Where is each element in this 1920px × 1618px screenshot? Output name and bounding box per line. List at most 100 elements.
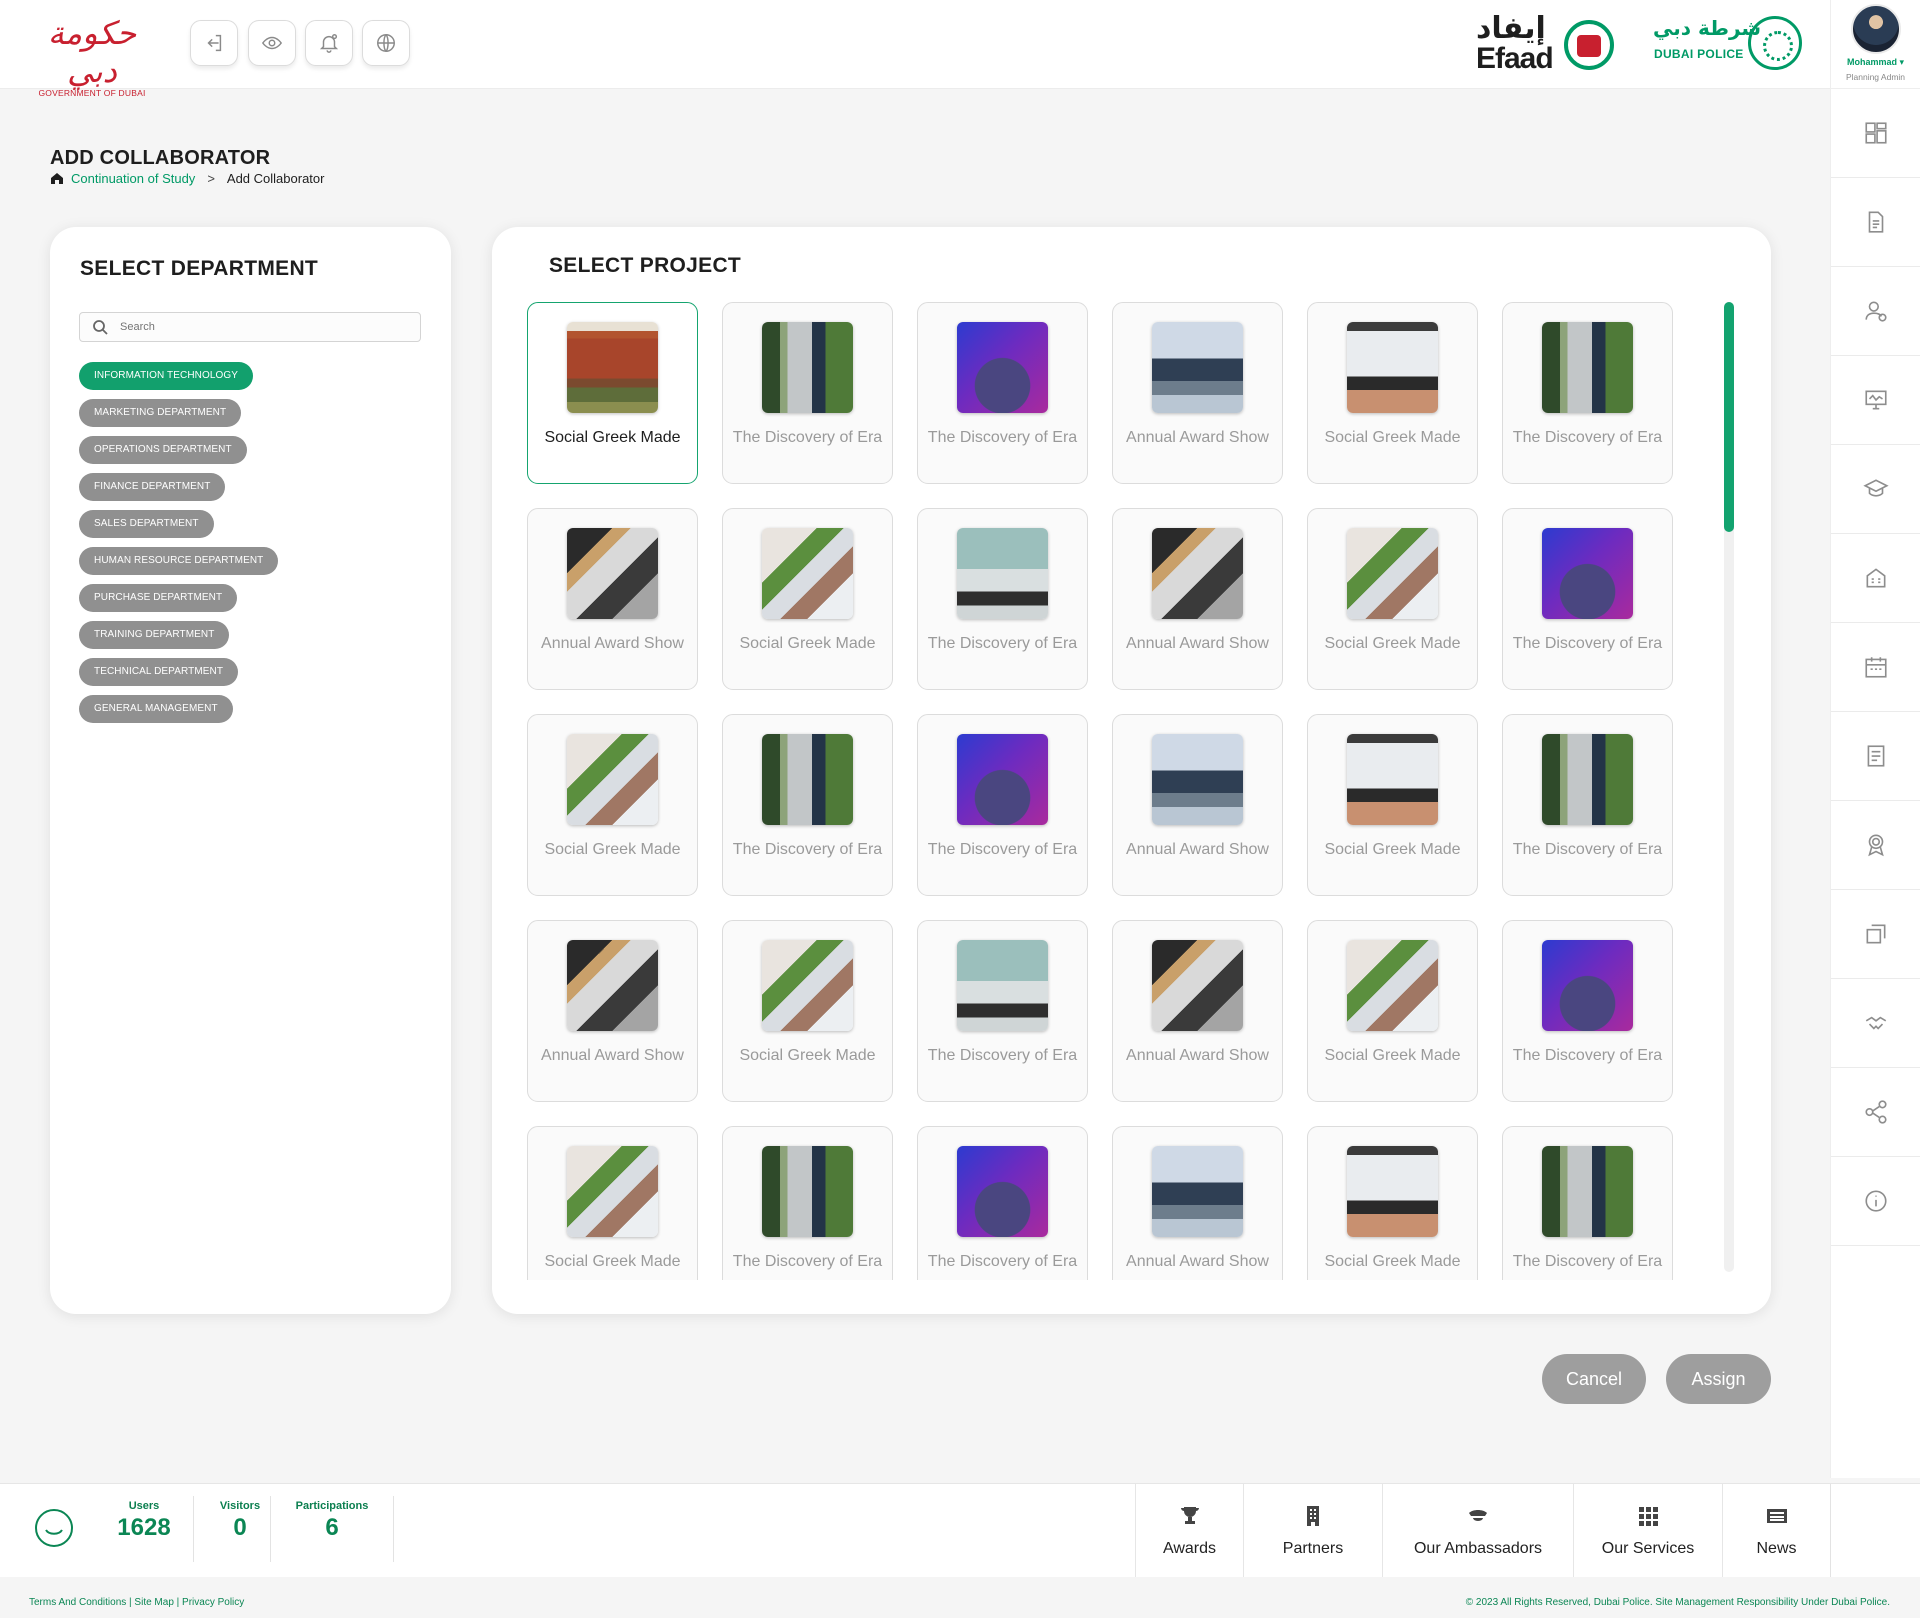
project-card[interactable]: The Discovery of Era xyxy=(1502,714,1673,896)
cancel-button[interactable]: Cancel xyxy=(1542,1354,1646,1404)
sidebar-item-info[interactable] xyxy=(1831,1157,1920,1246)
footer-nav-ambassadors[interactable]: Our Ambassadors xyxy=(1382,1484,1573,1578)
logout-button[interactable] xyxy=(190,20,238,66)
project-card[interactable]: The Discovery of Era xyxy=(1502,1126,1673,1280)
sidebar-item-partnership[interactable] xyxy=(1831,979,1920,1068)
department-chip[interactable]: TECHNICAL DEPARTMENT xyxy=(79,658,239,686)
breadcrumb-separator: > xyxy=(207,170,215,186)
project-thumbnail xyxy=(957,734,1048,825)
project-card[interactable]: The Discovery of Era xyxy=(722,1126,893,1280)
search-input[interactable] xyxy=(120,321,400,333)
efaad-logo[interactable]: إيفاد Efaad xyxy=(1476,12,1616,74)
department-chip[interactable]: MARKETING DEPARTMENT xyxy=(79,399,242,427)
view-button[interactable] xyxy=(248,20,296,66)
project-card[interactable]: The Discovery of Era xyxy=(917,302,1088,484)
project-card[interactable]: The Discovery of Era xyxy=(917,508,1088,690)
department-chip[interactable]: GENERAL MANAGEMENT xyxy=(79,695,233,723)
project-card[interactable]: Social Greek Made xyxy=(527,1126,698,1280)
notifications-button[interactable] xyxy=(305,20,353,66)
project-card[interactable]: Social Greek Made xyxy=(1307,508,1478,690)
bell-icon xyxy=(319,34,339,53)
notes-icon xyxy=(1867,745,1884,767)
news-icon xyxy=(1766,1509,1787,1523)
sidebar-item-documents[interactable] xyxy=(1831,178,1920,267)
project-thumbnail xyxy=(1152,734,1243,825)
grid-icon xyxy=(1639,1507,1658,1526)
project-card[interactable]: Annual Award Show xyxy=(527,508,698,690)
department-chip[interactable]: SALES DEPARTMENT xyxy=(79,510,214,538)
dubai-police-logo[interactable]: شرطة دبي DUBAI POLICE xyxy=(1648,14,1804,72)
footer-nav-awards[interactable]: Awards xyxy=(1135,1484,1243,1578)
sidebar-item-awards[interactable] xyxy=(1831,801,1920,890)
divider xyxy=(193,1496,194,1562)
project-card[interactable]: The Discovery of Era xyxy=(917,1126,1088,1280)
share-icon xyxy=(1864,1100,1887,1124)
project-card[interactable]: Annual Award Show xyxy=(1112,508,1283,690)
project-thumbnail xyxy=(1152,1146,1243,1237)
project-card[interactable]: Annual Award Show xyxy=(1112,920,1283,1102)
project-card[interactable]: Social Greek Made xyxy=(722,920,893,1102)
sidebar-item-users[interactable] xyxy=(1831,267,1920,356)
project-title: The Discovery of Era xyxy=(1512,841,1663,858)
project-card[interactable]: The Discovery of Era xyxy=(917,920,1088,1102)
project-card[interactable]: The Discovery of Era xyxy=(1502,302,1673,484)
project-title: Annual Award Show xyxy=(1126,1047,1269,1064)
project-thumbnail xyxy=(1152,322,1243,413)
project-card[interactable]: Social Greek Made xyxy=(722,508,893,690)
project-title: Annual Award Show xyxy=(1126,635,1269,652)
department-chip[interactable]: INFORMATION TECHNOLOGY xyxy=(79,362,254,390)
department-chip[interactable]: HUMAN RESOURCE DEPARTMENT xyxy=(79,547,279,575)
department-chip[interactable]: PURCHASE DEPARTMENT xyxy=(79,584,238,612)
stat-participations: Participations 6 xyxy=(282,1500,382,1562)
sidebar-item-monitor[interactable] xyxy=(1831,356,1920,445)
assign-button[interactable]: Assign xyxy=(1666,1354,1771,1404)
project-card[interactable]: Annual Award Show xyxy=(527,920,698,1102)
project-card[interactable]: The Discovery of Era xyxy=(722,714,893,896)
breadcrumb-link[interactable]: Continuation of Study xyxy=(71,171,195,186)
project-card[interactable]: Social Greek Made xyxy=(527,302,698,484)
project-card[interactable]: Annual Award Show xyxy=(1112,714,1283,896)
sidebar-item-share[interactable] xyxy=(1831,1068,1920,1157)
footer-nav-partners[interactable]: Partners xyxy=(1243,1484,1382,1578)
footer-nav-services[interactable]: Our Services xyxy=(1573,1484,1722,1578)
user-profile[interactable]: Mohammad ▾ Planning Admin xyxy=(1831,0,1920,89)
project-card[interactable]: The Discovery of Era xyxy=(1502,508,1673,690)
project-card[interactable]: The Discovery of Era xyxy=(1502,920,1673,1102)
project-thumbnail xyxy=(762,528,853,619)
department-chip[interactable]: OPERATIONS DEPARTMENT xyxy=(79,436,247,464)
scrollbar-thumb[interactable] xyxy=(1724,302,1734,532)
project-card[interactable]: Social Greek Made xyxy=(527,714,698,896)
smiley-icon[interactable] xyxy=(34,1508,74,1548)
department-chip[interactable]: FINANCE DEPARTMENT xyxy=(79,473,226,501)
footer-links[interactable]: Terms And Conditions | Site Map | Privac… xyxy=(29,1597,244,1608)
stat-users: Users 1628 xyxy=(104,1500,184,1562)
footer-nav-news[interactable]: News xyxy=(1722,1484,1830,1578)
project-card[interactable]: Social Greek Made xyxy=(1307,920,1478,1102)
police-logo-english: DUBAI POLICE xyxy=(1654,47,1744,61)
profile-name[interactable]: Mohammad ▾ xyxy=(1831,57,1920,68)
project-card[interactable]: Annual Award Show xyxy=(1112,302,1283,484)
sidebar-item-institutions[interactable] xyxy=(1831,534,1920,623)
sidebar-item-calendar[interactable] xyxy=(1831,623,1920,712)
project-thumbnail xyxy=(762,734,853,825)
sidebar-item-dashboard[interactable] xyxy=(1831,89,1920,178)
scrollbar[interactable] xyxy=(1724,302,1734,1272)
project-card[interactable]: The Discovery of Era xyxy=(917,714,1088,896)
copyright-text: © 2023 All Rights Reserved, Dubai Police… xyxy=(1465,1597,1890,1608)
sidebar-item-transfer[interactable] xyxy=(1831,890,1920,979)
project-thumbnail xyxy=(1542,1146,1633,1237)
language-button[interactable] xyxy=(362,20,410,66)
project-card[interactable]: Social Greek Made xyxy=(1307,1126,1478,1280)
home-icon[interactable] xyxy=(49,170,65,186)
project-card[interactable]: The Discovery of Era xyxy=(722,302,893,484)
department-chip[interactable]: TRAINING DEPARTMENT xyxy=(79,621,230,649)
project-title: Social Greek Made xyxy=(544,1253,681,1270)
project-card[interactable]: Social Greek Made xyxy=(1307,714,1478,896)
sidebar-item-notes[interactable] xyxy=(1831,712,1920,801)
project-card[interactable]: Social Greek Made xyxy=(1307,302,1478,484)
project-card[interactable]: Annual Award Show xyxy=(1112,1126,1283,1280)
divider xyxy=(393,1496,394,1562)
government-of-dubai-logo[interactable]: حكومة دبي GOVERNMENT OF DUBAI xyxy=(32,14,152,98)
project-grid: Social Greek Made The Discovery of Era The… xyxy=(527,302,1687,1280)
sidebar-item-education[interactable] xyxy=(1831,445,1920,534)
